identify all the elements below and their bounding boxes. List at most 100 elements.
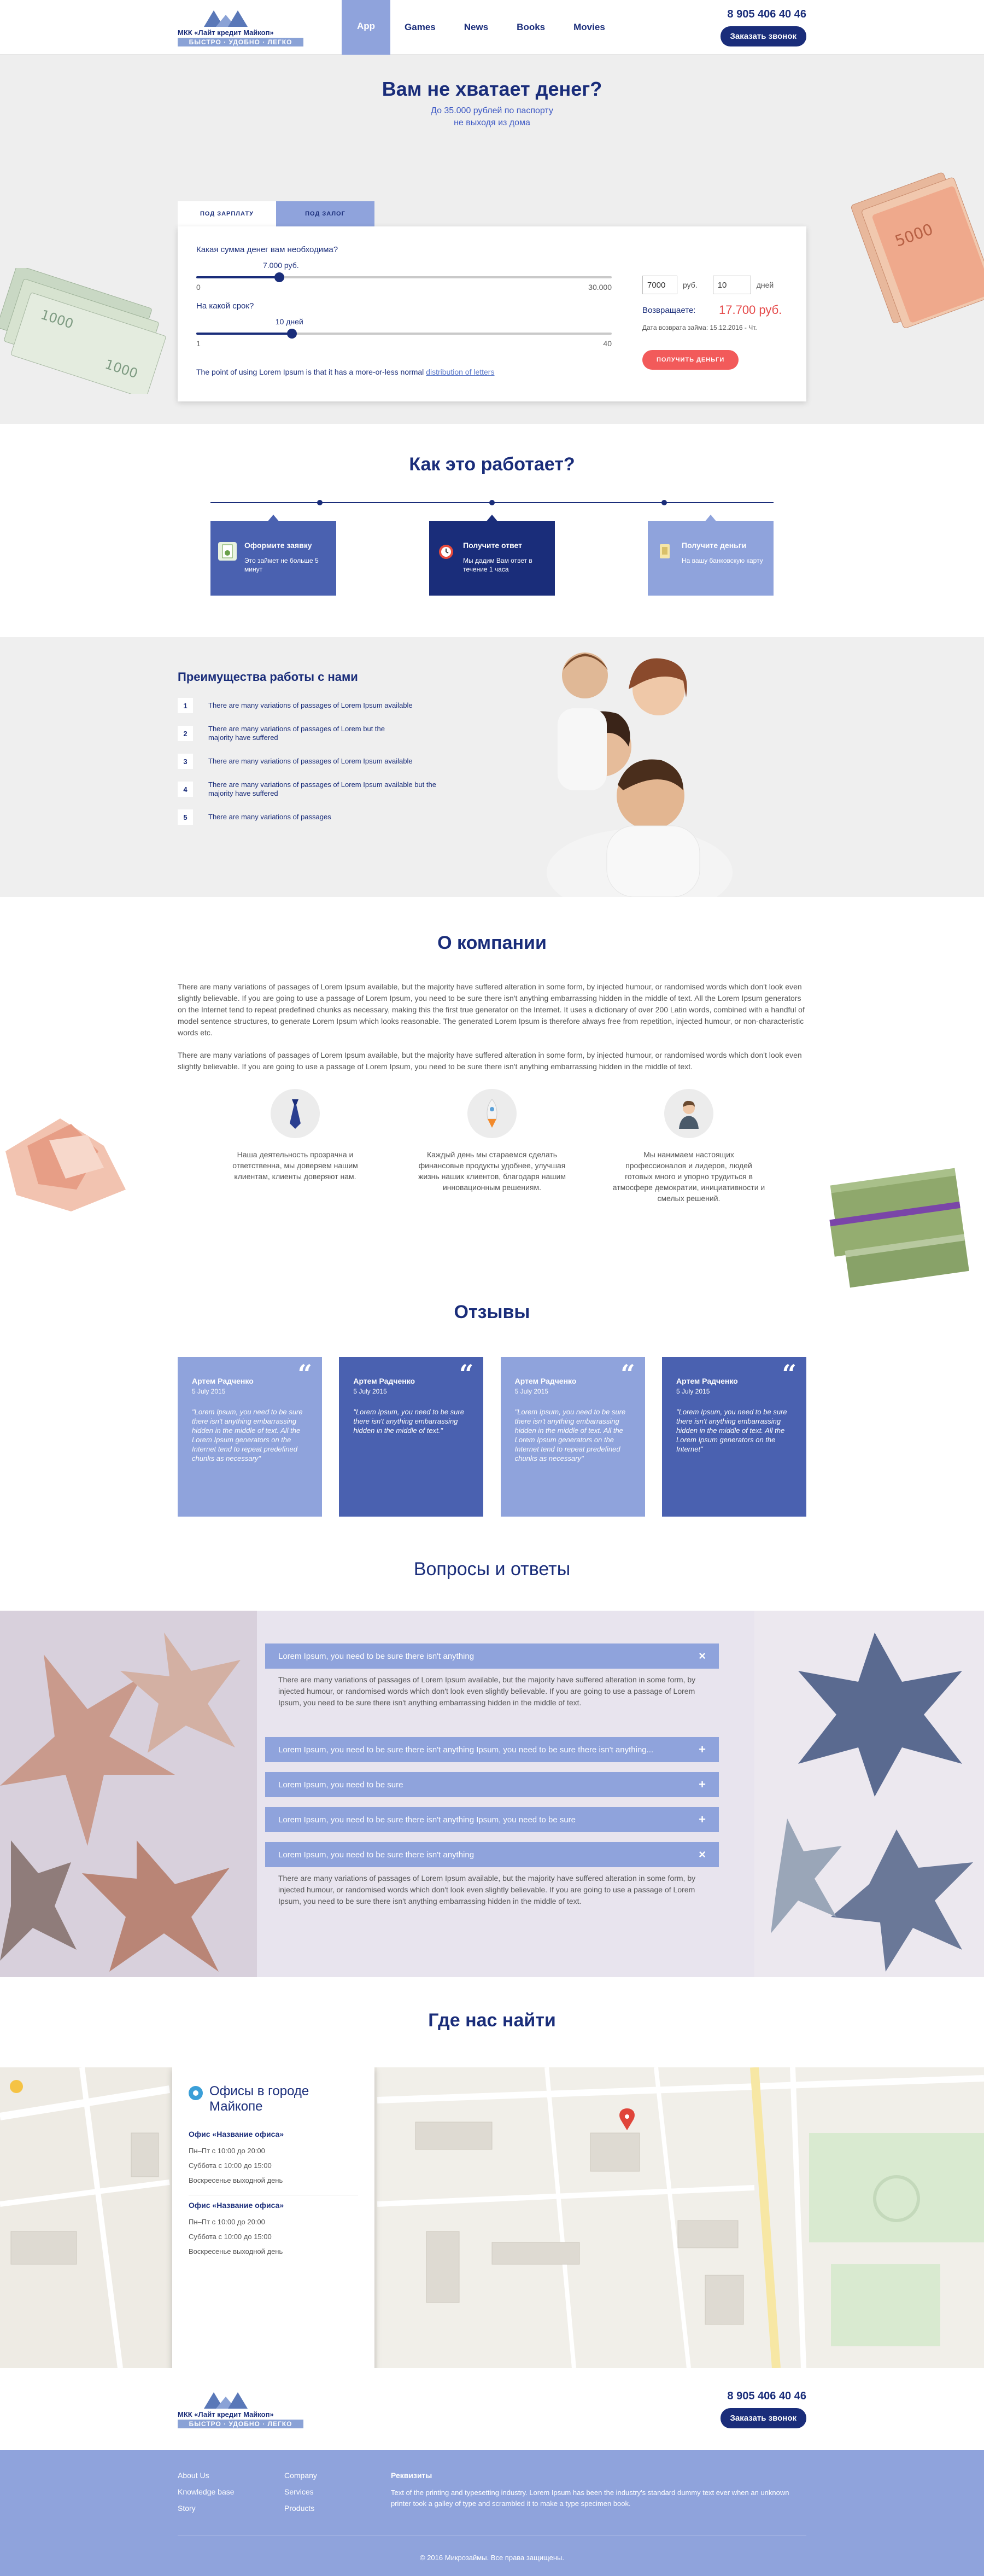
footer-link-about[interactable]: About Us bbox=[178, 2471, 284, 2480]
nav-item-news[interactable]: News bbox=[450, 0, 502, 55]
hero-title: Вам не хватает денег? bbox=[382, 78, 602, 100]
plus-icon[interactable]: + bbox=[699, 1742, 706, 1757]
map[interactable]: Офисы в городе Майкопе Офис «Название оф… bbox=[0, 2067, 984, 2368]
banknotes-right-image: 5000 bbox=[851, 172, 984, 328]
review-author: Артем Радченко bbox=[192, 1377, 254, 1385]
nav-item-games[interactable]: Games bbox=[390, 0, 450, 55]
footer-link-knowledge[interactable]: Knowledge base bbox=[178, 2487, 284, 2496]
item-text: There are many variations of passages of… bbox=[208, 725, 385, 742]
offices-card: Офисы в городе Майкопе Офис «Название оф… bbox=[172, 2067, 374, 2368]
logo[interactable]: МКК «Лайт кредит Майкоп» БЫСТРО · УДОБНО… bbox=[178, 5, 303, 49]
office-name[interactable]: Офис «Название офиса» bbox=[189, 2130, 358, 2138]
nav-item-books[interactable]: Books bbox=[502, 0, 559, 55]
logo-name: МКК «Лайт кредит Майкоп» bbox=[178, 28, 274, 37]
close-icon[interactable]: × bbox=[699, 1649, 706, 1663]
footer-logo[interactable]: МКК «Лайт кредит Майкоп» БЫСТРО · УДОБНО… bbox=[178, 2387, 303, 2431]
step-text: Мы дадим Вам ответ в течение 1 часа bbox=[463, 557, 532, 573]
step-text: Это займет не больше 5 минут bbox=[244, 557, 319, 573]
callback-button[interactable]: Заказать звонок bbox=[720, 26, 806, 46]
about-paragraph: There are many variations of passages of… bbox=[178, 1051, 802, 1071]
get-money-button[interactable]: ПОЛУЧИТЬ ДЕНЬГИ bbox=[642, 350, 739, 370]
footer-links-col-2: Company Services Products bbox=[284, 2471, 391, 2520]
faq-answer: There are many variations of passages of… bbox=[265, 1873, 719, 1907]
map-background[interactable] bbox=[0, 2067, 984, 2368]
logo-mark-icon bbox=[204, 8, 303, 27]
timeline-dot bbox=[317, 500, 323, 505]
about-section: О компании There are many variations of … bbox=[0, 897, 984, 1302]
item-text: There are many variations of passages of… bbox=[208, 757, 413, 765]
loan-calculator: ПОД ЗАРПЛАТУ ПОД ЗАЛОГ Какая сумма денег… bbox=[178, 201, 806, 401]
list-item: 3 There are many variations of passages o… bbox=[178, 753, 484, 770]
how-steps: Оформите заявку Это займет не больше 5 м… bbox=[210, 515, 774, 596]
amount-slider-fill bbox=[196, 276, 279, 278]
faq-question-text: Lorem Ipsum, you need to be sure bbox=[278, 1780, 403, 1790]
advantages-section: Преимущества работы с нами 1 There are ma… bbox=[0, 637, 984, 897]
office-hours: Воскресенье выходной день bbox=[189, 2247, 283, 2256]
tab-collateral[interactable]: ПОД ЗАЛОГ bbox=[276, 201, 374, 226]
nav-item-movies[interactable]: Movies bbox=[559, 0, 619, 55]
term-input[interactable] bbox=[712, 276, 751, 294]
contacts-title: Где нас найти bbox=[428, 2010, 556, 2031]
plus-icon[interactable]: + bbox=[699, 1812, 706, 1827]
office-hours: Суббота с 10:00 до 15:00 bbox=[189, 2233, 272, 2241]
footer-link-services[interactable]: Services bbox=[284, 2487, 391, 2496]
footer-link-company[interactable]: Company bbox=[284, 2471, 391, 2480]
footer-link-story[interactable]: Story bbox=[178, 2504, 284, 2513]
office-hours: Суббота с 10:00 до 15:00 bbox=[189, 2161, 272, 2170]
money-stack-image bbox=[829, 1168, 969, 1288]
term-question: На какой срок? bbox=[196, 301, 254, 311]
money-icon bbox=[655, 542, 674, 561]
faq-question-text: Lorem Ipsum, you need to be sure there i… bbox=[278, 1651, 475, 1661]
plus-icon[interactable]: + bbox=[699, 1777, 706, 1792]
faq-question[interactable]: Lorem Ipsum, you need to be sure + bbox=[265, 1772, 719, 1797]
footer-phone-number[interactable]: 8 905 406 40 46 bbox=[727, 2390, 806, 2403]
distribution-link[interactable]: distribution of letters bbox=[426, 368, 494, 376]
term-slider-handle[interactable] bbox=[286, 329, 297, 339]
main-nav: App Games News Books Movies bbox=[342, 0, 619, 55]
step-title: Получите ответ bbox=[463, 541, 522, 550]
term-slider[interactable]: 10 дней 1 40 bbox=[196, 317, 612, 349]
close-icon[interactable]: × bbox=[699, 1848, 706, 1862]
tab-salary[interactable]: ПОД ЗАРПЛАТУ bbox=[178, 201, 276, 226]
list-item: 1 There are many variations of passages o… bbox=[178, 697, 484, 714]
amount-slider-handle[interactable] bbox=[274, 272, 284, 282]
return-value: 17.700 руб. bbox=[719, 303, 782, 317]
feature-innovation: Каждый день мы стараемся сделать финансо… bbox=[415, 1089, 569, 1204]
office-hours: Воскресенье выходной день bbox=[189, 2176, 283, 2184]
amount-input[interactable] bbox=[642, 276, 677, 294]
feature-text: Каждый день мы стараемся сделать финансо… bbox=[418, 1150, 566, 1192]
site-header: МКК «Лайт кредит Майкоп» БЫСТРО · УДОБНО… bbox=[0, 0, 984, 55]
logo-slogan: БЫСТРО · УДОБНО · ЛЕГКО bbox=[178, 38, 303, 46]
contacts-heading-block: Где нас найти bbox=[0, 1977, 984, 2067]
amount-slider-track[interactable] bbox=[196, 272, 612, 282]
list-item: 4 There are many variations of passages o… bbox=[178, 780, 484, 798]
logo-mark-icon bbox=[204, 2390, 303, 2409]
item-number: 2 bbox=[178, 726, 193, 741]
how-timeline bbox=[210, 500, 774, 505]
faq-question[interactable]: Lorem Ipsum, you need to be sure there i… bbox=[265, 1643, 719, 1669]
faq-question[interactable]: Lorem Ipsum, you need to be sure there i… bbox=[265, 1737, 719, 1762]
review-author: Артем Радченко bbox=[676, 1377, 738, 1385]
advantages-title: Преимущества работы с нами bbox=[178, 670, 358, 684]
footer-link-products[interactable]: Products bbox=[284, 2504, 391, 2513]
amount-slider[interactable]: 7.000 руб. 0 30.000 bbox=[196, 261, 612, 293]
faq-question[interactable]: Lorem Ipsum, you need to be sure there i… bbox=[265, 1842, 719, 1867]
nav-item-app[interactable]: App bbox=[342, 0, 391, 55]
quote-icon: “ bbox=[459, 1359, 474, 1389]
feature-text: Наша деятельность прозрачна и ответствен… bbox=[232, 1150, 358, 1181]
review-text: "Lorem Ipsum, you need to be sure there … bbox=[192, 1408, 303, 1462]
reviews-list: “ Артем Радченко 5 July 2015 "Lorem Ipsu… bbox=[178, 1357, 806, 1517]
calculator-note: The point of using Lorem Ipsum is that i… bbox=[196, 368, 612, 376]
amount-slider-value: 7.000 руб. bbox=[263, 261, 299, 270]
footer-callback-button[interactable]: Заказать звонок bbox=[720, 2408, 806, 2428]
faq-answer: There are many variations of passages of… bbox=[265, 1674, 719, 1709]
term-slider-track[interactable] bbox=[196, 329, 612, 339]
amount-question: Какая сумма денег вам необходима? bbox=[196, 245, 338, 254]
faq-question[interactable]: Lorem Ipsum, you need to be sure there i… bbox=[265, 1807, 719, 1832]
site-footer: About Us Knowledge base Story Company Se… bbox=[0, 2450, 984, 2576]
quote-icon: “ bbox=[297, 1359, 312, 1389]
phone-number[interactable]: 8 905 406 40 46 bbox=[727, 8, 806, 21]
feature-team: Мы нанимаем настоящих профессионалов и л… bbox=[612, 1089, 765, 1204]
origami-stars-right-image bbox=[754, 1611, 984, 1977]
office-name[interactable]: Офис «Название офиса» bbox=[189, 2201, 358, 2210]
